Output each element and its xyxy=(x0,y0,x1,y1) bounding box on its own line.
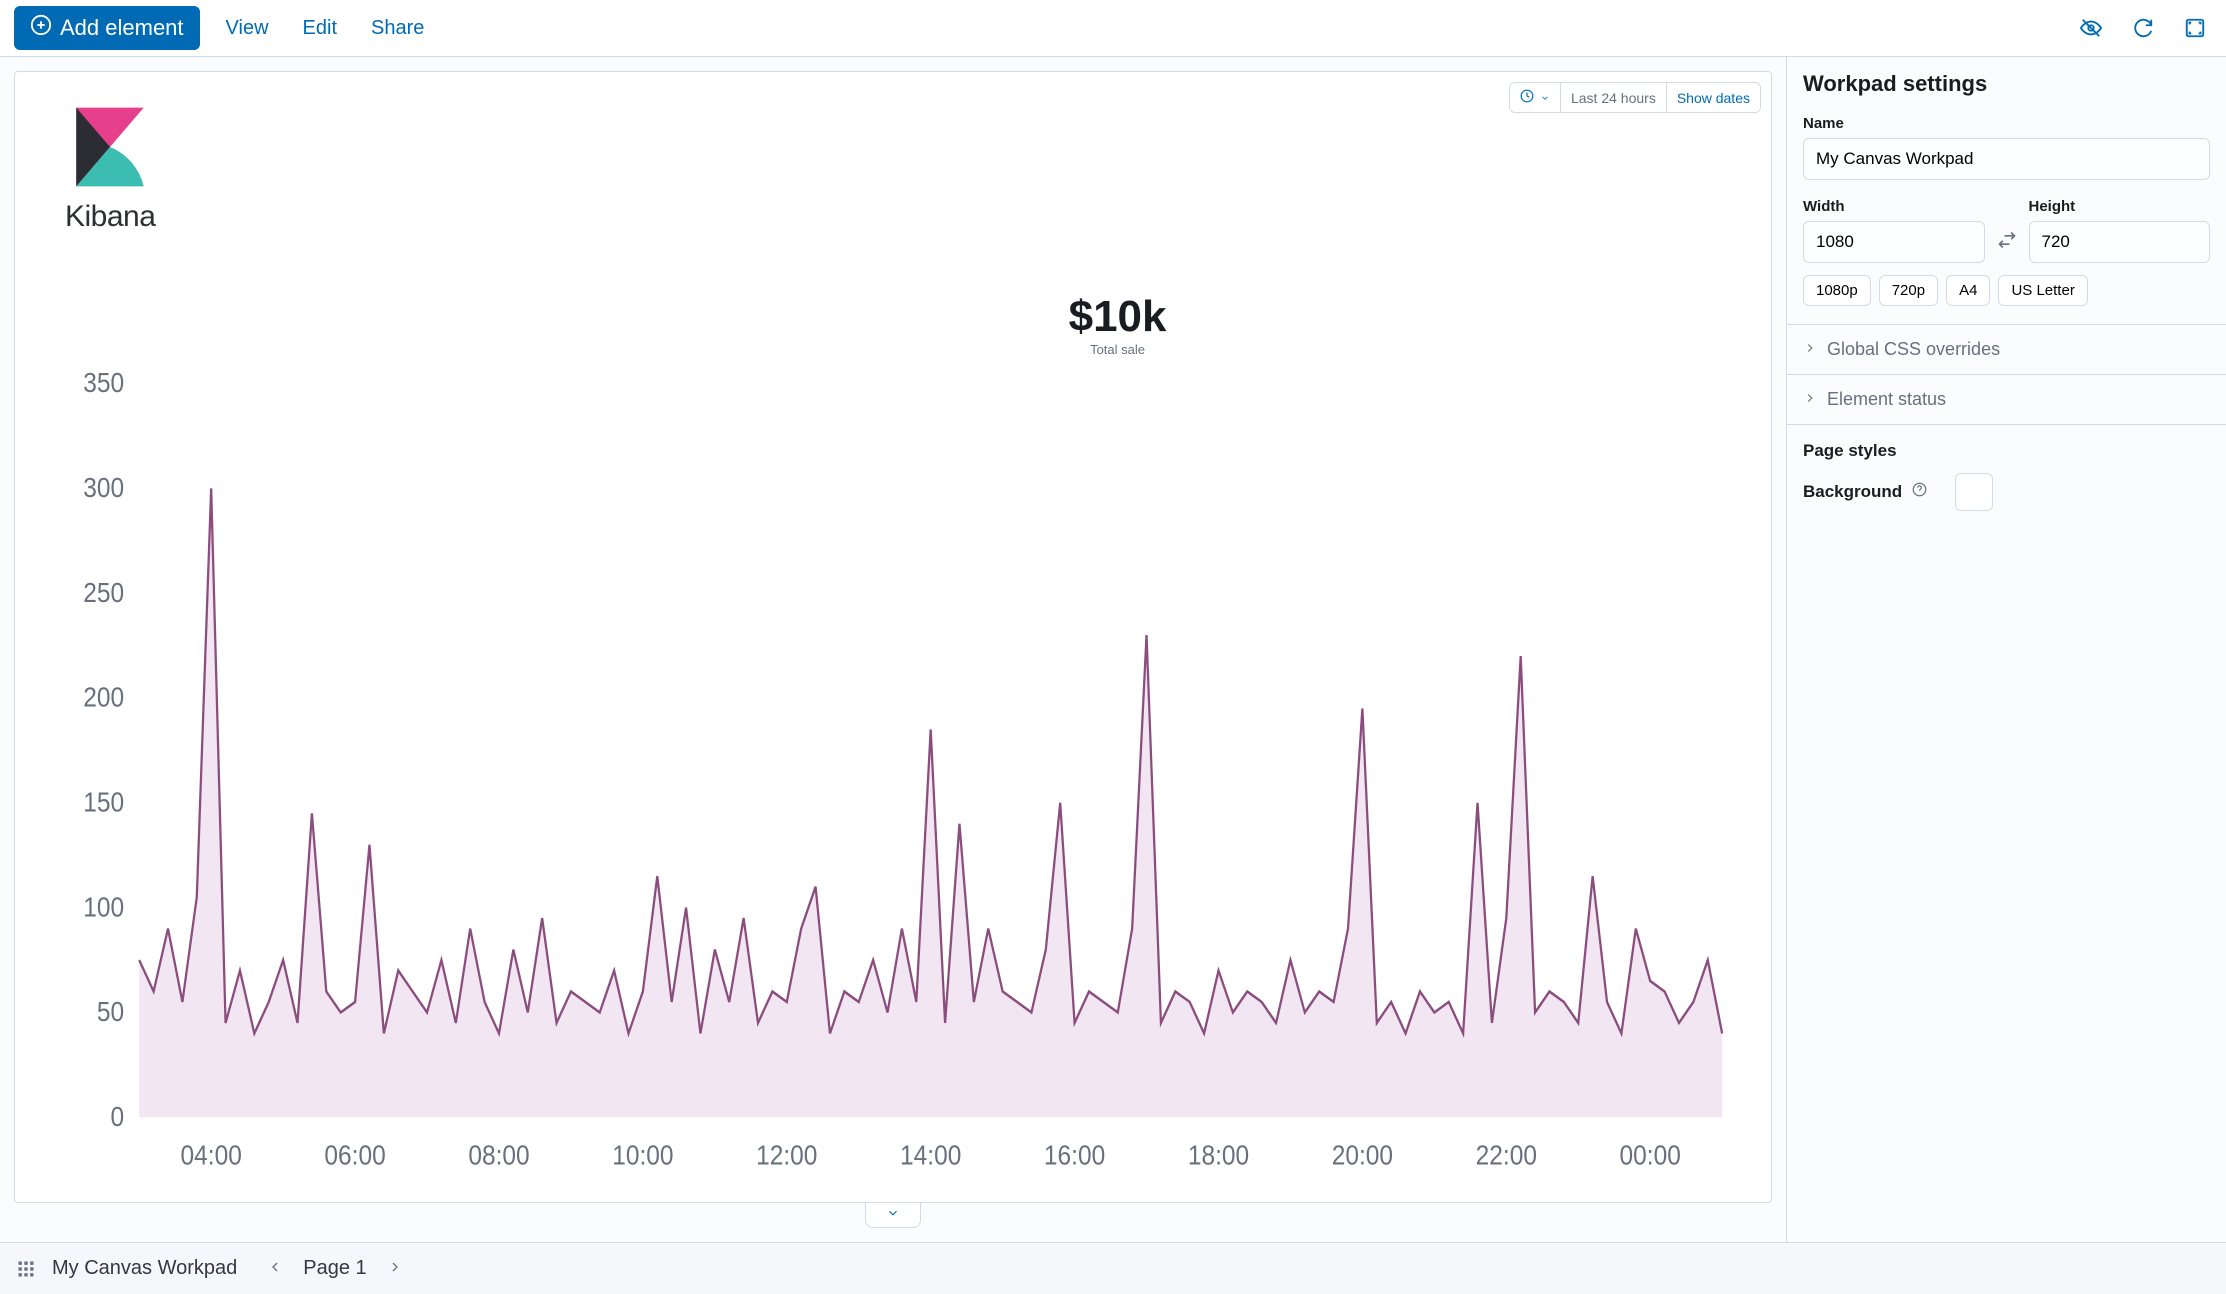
page-indicator: Page 1 xyxy=(293,1257,376,1280)
svg-text:200: 200 xyxy=(83,681,124,713)
svg-text:06:00: 06:00 xyxy=(324,1139,385,1171)
chevron-left-icon xyxy=(267,1263,283,1278)
metric-element[interactable]: $10k Total sale xyxy=(1069,292,1167,357)
area-chart-element[interactable]: 0 50 100 150 200 250 300 350 04:00 06:00 08:00 10:0… xyxy=(45,362,1741,1182)
preset-1080p[interactable]: 1080p xyxy=(1803,275,1871,306)
prev-page-button[interactable] xyxy=(263,1255,287,1282)
chevron-right-icon xyxy=(1803,339,1817,360)
metric-value: $10k xyxy=(1069,292,1167,342)
page-styles-heading: Page styles xyxy=(1787,425,2226,473)
metric-sublabel: Total sale xyxy=(1069,342,1167,357)
canvas-area: Last 24 hours Show dates Kibana $10k Tot… xyxy=(0,57,1786,1242)
workpad-width-label: Width xyxy=(1803,198,1985,215)
page-pager: Page 1 xyxy=(263,1255,406,1282)
kibana-logo-icon xyxy=(65,102,155,192)
image-element-kibana-logo[interactable]: Kibana xyxy=(65,102,155,234)
svg-text:10:00: 10:00 xyxy=(612,1139,673,1171)
sidebar-title: Workpad settings xyxy=(1787,57,2226,115)
help-icon[interactable] xyxy=(1912,482,1927,502)
svg-text:50: 50 xyxy=(97,996,124,1028)
svg-text:04:00: 04:00 xyxy=(181,1139,242,1171)
chevron-right-icon xyxy=(387,1263,403,1278)
top-toolbar: Add element View Edit Share xyxy=(0,0,2226,57)
workpad-name-label: Name xyxy=(1803,115,2210,132)
background-color-swatch[interactable] xyxy=(1955,473,1993,511)
background-label: Background xyxy=(1803,482,1902,502)
clock-icon xyxy=(1520,89,1534,106)
svg-text:22:00: 22:00 xyxy=(1476,1139,1537,1171)
next-page-button[interactable] xyxy=(383,1255,407,1282)
svg-text:150: 150 xyxy=(83,786,124,818)
workpad-name-input[interactable] xyxy=(1803,138,2210,180)
preset-720p[interactable]: 720p xyxy=(1879,275,1938,306)
workpad-height-input[interactable] xyxy=(2029,221,2211,263)
workpad-settings-sidebar: Workpad settings Name Width xyxy=(1786,57,2226,1242)
svg-text:250: 250 xyxy=(83,576,124,608)
swap-icon xyxy=(1997,238,2017,253)
add-element-button[interactable]: Add element xyxy=(14,6,200,50)
refresh-icon[interactable] xyxy=(2126,11,2160,45)
workpad-footer: My Canvas Workpad Page 1 xyxy=(0,1242,2226,1294)
svg-text:300: 300 xyxy=(83,471,124,503)
svg-text:20:00: 20:00 xyxy=(1332,1139,1393,1171)
swap-dimensions-button[interactable] xyxy=(1995,230,2019,263)
workpad-page[interactable]: Last 24 hours Show dates Kibana $10k Tot… xyxy=(14,71,1772,1203)
view-menu[interactable]: View xyxy=(218,11,277,46)
accordion-status-label: Element status xyxy=(1827,389,1946,410)
element-status-accordion[interactable]: Element status xyxy=(1787,375,2226,424)
svg-text:14:00: 14:00 xyxy=(900,1139,961,1171)
time-filter-show-dates[interactable]: Show dates xyxy=(1667,83,1760,112)
grid-icon[interactable] xyxy=(16,1259,36,1279)
workpad-width-input[interactable] xyxy=(1803,221,1985,263)
preset-a4[interactable]: A4 xyxy=(1946,275,1990,306)
svg-text:12:00: 12:00 xyxy=(756,1139,817,1171)
global-css-overrides-accordion[interactable]: Global CSS overrides xyxy=(1787,325,2226,374)
svg-text:16:00: 16:00 xyxy=(1044,1139,1105,1171)
plus-circle-icon xyxy=(30,14,52,42)
svg-text:350: 350 xyxy=(83,367,124,399)
share-menu[interactable]: Share xyxy=(363,11,432,46)
accordion-css-label: Global CSS overrides xyxy=(1827,339,2000,360)
workpad-height-label: Height xyxy=(2029,198,2211,215)
page-tray-toggle[interactable] xyxy=(865,1202,921,1228)
chevron-right-icon xyxy=(1803,389,1817,410)
chevron-down-icon xyxy=(884,1208,902,1223)
preset-us-letter[interactable]: US Letter xyxy=(1998,275,2087,306)
hide-editing-controls-icon[interactable] xyxy=(2074,11,2108,45)
svg-text:100: 100 xyxy=(83,891,124,923)
fullscreen-icon[interactable] xyxy=(2178,11,2212,45)
time-filter-quick-select[interactable] xyxy=(1510,83,1561,112)
time-filter-element[interactable]: Last 24 hours Show dates xyxy=(1509,82,1761,113)
svg-text:0: 0 xyxy=(111,1100,125,1132)
logo-text: Kibana xyxy=(65,200,155,234)
chevron-down-icon xyxy=(1540,90,1550,106)
svg-text:18:00: 18:00 xyxy=(1188,1139,1249,1171)
svg-text:08:00: 08:00 xyxy=(468,1139,529,1171)
edit-menu[interactable]: Edit xyxy=(295,11,345,46)
svg-text:00:00: 00:00 xyxy=(1620,1139,1681,1171)
time-filter-range-label[interactable]: Last 24 hours xyxy=(1561,83,1667,112)
chart-svg: 0 50 100 150 200 250 300 350 04:00 06:00 08:00 10:0… xyxy=(45,362,1741,1182)
add-element-label: Add element xyxy=(60,15,184,41)
footer-workpad-name: My Canvas Workpad xyxy=(52,1257,237,1280)
